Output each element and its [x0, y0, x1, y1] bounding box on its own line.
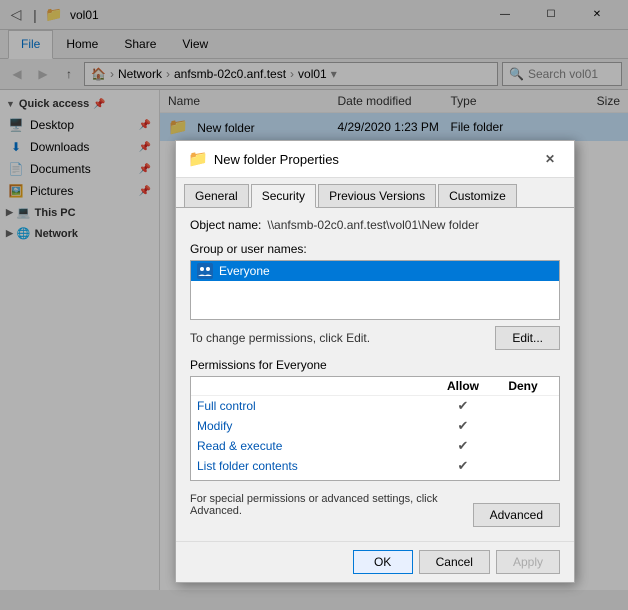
perm-deny-col-header: Deny	[493, 379, 553, 393]
tab-general[interactable]: General	[184, 184, 249, 207]
list-item: Full control ✔	[191, 396, 559, 416]
edit-label: To change permissions, click Edit.	[190, 331, 370, 345]
dialog-folder-icon: 📁	[188, 149, 208, 169]
perm-allow-col-header: Allow	[433, 379, 493, 393]
perm-modify-name: Modify	[197, 419, 433, 433]
tab-security[interactable]: Security	[251, 184, 316, 208]
perm-listfolder-name: List folder contents	[197, 459, 433, 473]
dialog-titlebar: 📁 New folder Properties ✕	[176, 141, 574, 178]
apply-button[interactable]: Apply	[496, 550, 560, 574]
properties-dialog: 📁 New folder Properties ✕ General Securi…	[175, 140, 575, 583]
perm-read-allow: ✔	[433, 478, 493, 481]
dialog-tabs: General Security Previous Versions Custo…	[176, 178, 574, 207]
list-item: Modify ✔	[191, 416, 559, 436]
object-name-label: Object name:	[190, 218, 261, 232]
tab-customize[interactable]: Customize	[438, 184, 517, 207]
user-group-icon	[197, 263, 213, 279]
list-item: Read ✔	[191, 476, 559, 481]
perm-readexec-allow: ✔	[433, 438, 493, 454]
object-name-value: \\anfsmb-02c0.anf.test\vol01\New folder	[267, 218, 478, 232]
edit-button[interactable]: Edit...	[495, 326, 560, 350]
cancel-button[interactable]: Cancel	[419, 550, 490, 574]
perm-fullcontrol-allow: ✔	[433, 398, 493, 414]
users-listbox[interactable]: Everyone	[190, 260, 560, 320]
perm-readexec-name: Read & execute	[197, 439, 433, 453]
modal-overlay: 📁 New folder Properties ✕ General Securi…	[0, 0, 628, 610]
group-label: Group or user names:	[190, 242, 560, 256]
list-item: Read & execute ✔	[191, 436, 559, 456]
perm-fullcontrol-name: Full control	[197, 399, 433, 413]
list-item[interactable]: Everyone	[191, 261, 559, 281]
tab-previous-versions[interactable]: Previous Versions	[318, 184, 436, 207]
permissions-box: Allow Deny Full control ✔ Modify ✔ Read …	[190, 376, 560, 481]
ok-button[interactable]: OK	[353, 550, 413, 574]
permissions-label: Permissions for Everyone	[190, 358, 560, 372]
object-name-row: Object name: \\anfsmb-02c0.anf.test\vol0…	[190, 218, 560, 232]
special-permissions-text: For special permissions or advanced sett…	[190, 493, 470, 517]
perm-read-name: Read	[197, 479, 433, 481]
edit-row: To change permissions, click Edit. Edit.…	[190, 326, 560, 350]
list-item: List folder contents ✔	[191, 456, 559, 476]
advanced-button[interactable]: Advanced	[473, 503, 560, 527]
perm-name-col-header	[197, 379, 433, 393]
perm-modify-allow: ✔	[433, 418, 493, 434]
user-name: Everyone	[219, 264, 270, 278]
dialog-title: New folder Properties	[214, 152, 532, 167]
dialog-content: Object name: \\anfsmb-02c0.anf.test\vol0…	[176, 207, 574, 541]
dialog-close-button[interactable]: ✕	[538, 149, 562, 169]
perm-listfolder-allow: ✔	[433, 458, 493, 474]
dialog-footer: OK Cancel Apply	[176, 541, 574, 582]
permissions-header: Allow Deny	[191, 377, 559, 396]
